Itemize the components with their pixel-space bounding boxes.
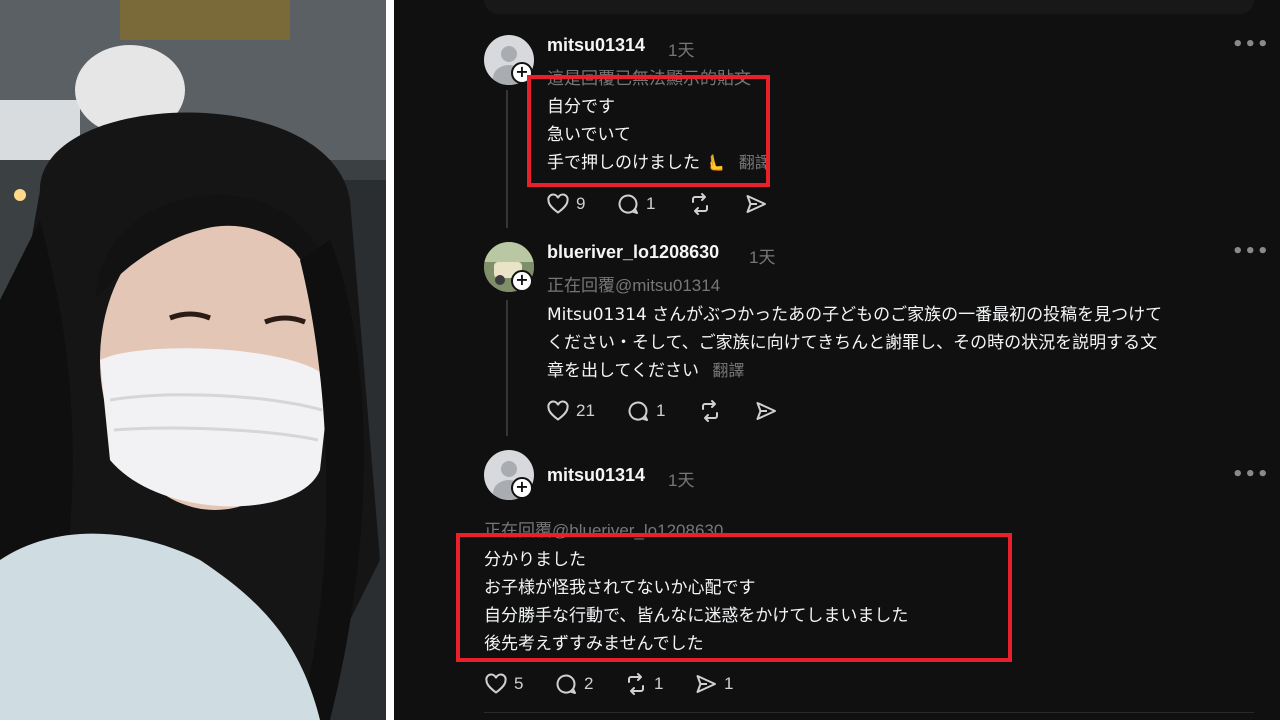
photo-illustration — [0, 0, 386, 720]
thread-panel: + mitsu01314 1天 ••• 這是回覆已無法顯示的貼文 自分です 急い… — [394, 0, 1280, 720]
photo-woman-mask — [0, 0, 386, 720]
username[interactable]: mitsu01314 — [547, 465, 645, 486]
reply-to-label: 正在回覆@mitsu01314 — [547, 276, 721, 295]
like-button[interactable]: 9 — [546, 192, 585, 216]
like-count: 9 — [576, 194, 586, 213]
comment-icon — [628, 401, 648, 421]
panel-divider — [386, 0, 394, 720]
translate-link[interactable]: 翻譯 — [712, 361, 744, 380]
comment-line: ください・そして、ご家族に向けてきちんと謝罪し、その時の状況を説明する文 — [547, 333, 1158, 353]
plus-icon[interactable]: + — [511, 477, 533, 499]
thread-connector — [506, 90, 508, 228]
reply-button[interactable]: 1 — [616, 192, 655, 216]
more-icon[interactable]: ••• — [1232, 34, 1270, 55]
reply-count: 1 — [646, 194, 656, 213]
share-button[interactable] — [744, 192, 768, 216]
reply-button[interactable]: 1 — [626, 399, 665, 423]
highlight-box — [527, 75, 770, 187]
repost-button[interactable]: 1 — [624, 672, 663, 696]
username[interactable]: mitsu01314 — [547, 35, 645, 56]
comment-icon — [618, 194, 638, 214]
like-count: 5 — [514, 674, 524, 693]
share-button[interactable]: 1 — [694, 672, 733, 696]
share-icon — [756, 402, 776, 420]
highlight-box — [456, 533, 1012, 662]
reply-count: 1 — [656, 401, 666, 420]
timestamp: 1天 — [668, 41, 695, 60]
previous-post-card — [484, 0, 1254, 14]
comment-line-with-translate: 章を出してください 翻譯 — [547, 356, 744, 381]
heart-icon — [547, 400, 569, 421]
timestamp: 1天 — [668, 471, 695, 490]
comment-text: 章を出してください — [547, 361, 699, 381]
repost-icon — [702, 400, 718, 422]
heart-icon — [547, 193, 569, 214]
more-icon[interactable]: ••• — [1232, 464, 1270, 485]
reply-button[interactable]: 2 — [554, 672, 593, 696]
like-count: 21 — [576, 401, 595, 420]
repost-icon — [692, 193, 708, 215]
share-button[interactable] — [754, 399, 778, 423]
comment-line: Mitsu01314 さんがぶつかったあの子どものご家族の一番最初の投稿を見つけ… — [547, 305, 1163, 325]
repost-icon — [628, 673, 644, 695]
share-count: 1 — [724, 674, 734, 693]
like-button[interactable]: 21 — [546, 399, 595, 423]
reply-count: 2 — [584, 674, 594, 693]
repost-button[interactable] — [698, 399, 722, 423]
repost-button[interactable] — [688, 192, 712, 216]
thread-connector — [506, 300, 508, 436]
username[interactable]: blueriver_lo1208630 — [547, 242, 719, 263]
share-icon — [696, 675, 716, 693]
more-icon[interactable]: ••• — [1232, 241, 1270, 262]
comment-icon — [556, 674, 576, 694]
timestamp: 1天 — [749, 248, 776, 267]
divider — [484, 712, 1254, 713]
plus-icon[interactable]: + — [511, 270, 533, 292]
like-button[interactable]: 5 — [484, 672, 523, 696]
heart-icon — [485, 673, 507, 694]
repost-count: 1 — [654, 674, 664, 693]
share-icon — [746, 195, 766, 213]
